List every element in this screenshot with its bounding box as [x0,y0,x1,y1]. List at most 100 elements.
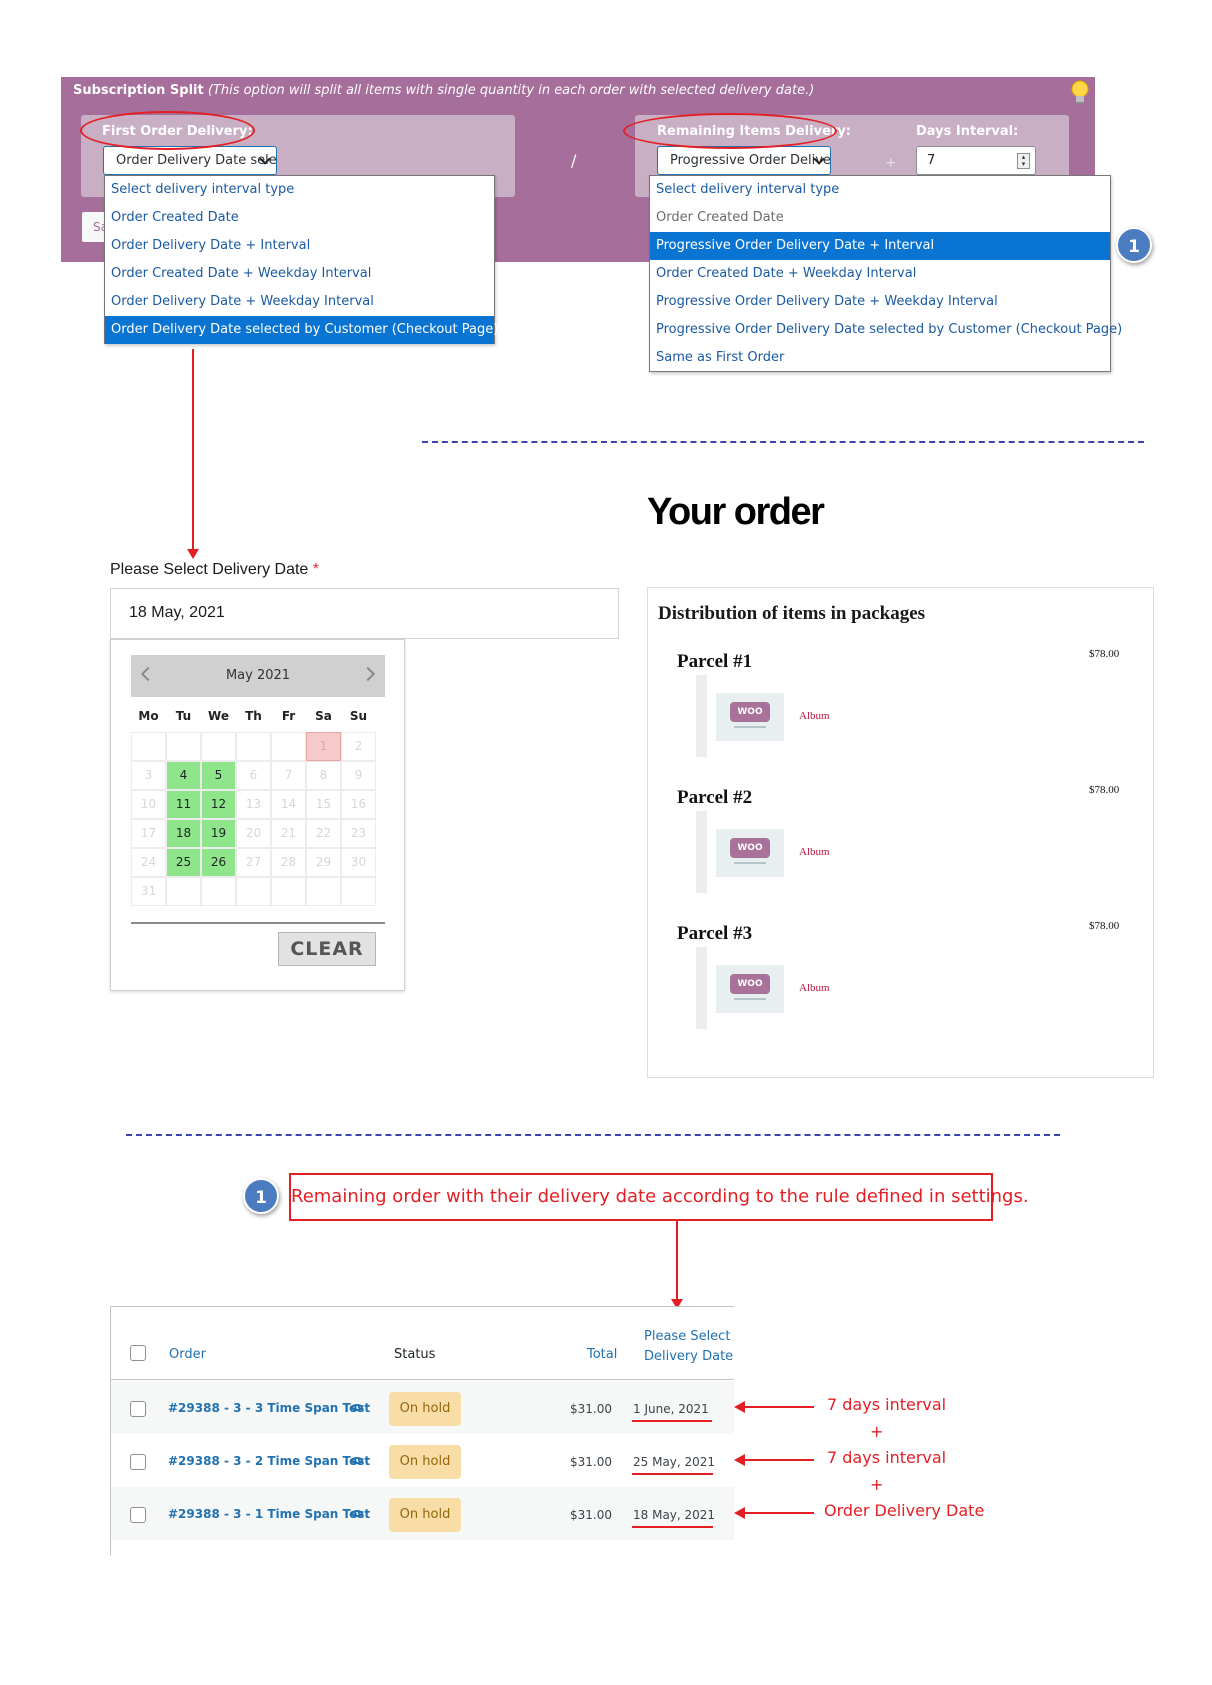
parcel-item-bar [696,947,707,1029]
calendar-day[interactable]: 26 [201,848,236,877]
dropdown-option[interactable]: Select delivery interval type [105,176,494,204]
product-thumbnail[interactable]: WOO [716,693,784,741]
calendar-day[interactable]: 11 [166,790,201,819]
parcel-item-bar [696,675,707,757]
panel-title-bold: Subscription Split [73,83,204,98]
arrow-line [744,1512,814,1514]
table-row[interactable]: #29388 - 3 - 3 Time Span Test On hold $31.… [111,1381,734,1434]
calendar-day[interactable]: 4 [166,761,201,790]
separator-slash: / [571,151,577,170]
dropdown-option[interactable]: Progressive Order Delivery Date selected… [650,316,1122,344]
column-delivery-date-line1[interactable]: Please Select [644,1329,730,1344]
product-link[interactable]: Album [799,710,830,722]
arrow-line [744,1406,814,1408]
column-order[interactable]: Order [169,1347,206,1362]
calendar-day: 27 [236,848,271,877]
order-link[interactable]: #29388 - 3 - 3 Time Span Test [168,1401,370,1415]
dropdown-option[interactable]: Progressive Order Delivery Date + Interv… [650,232,1110,260]
calendar-day[interactable]: 18 [166,819,201,848]
product-link[interactable]: Album [799,982,830,994]
calendar-day[interactable]: 25 [166,848,201,877]
parcel-price: $78.00 [1089,920,1120,932]
table-row[interactable]: #29388 - 3 - 1 Time Span Test On hold $31.… [111,1487,734,1540]
calendar-day: 16 [341,790,376,819]
thumbnail-line [734,998,766,1000]
weekday-label: Mo [138,709,159,723]
row-checkbox[interactable] [130,1454,146,1470]
order-total: $31.00 [570,1455,612,1469]
status-badge: On hold [389,1498,461,1532]
required-mark: * [312,561,319,578]
packages-title: Distribution of items in packages [658,603,926,624]
woo-logo-icon: WOO [730,838,770,858]
lightbulb-icon[interactable] [1069,79,1091,107]
orders-table: Order Status Total Please Select Deliver… [110,1306,734,1556]
calendar-day: 22 [306,819,341,848]
highlight-ellipse-remaining [623,113,837,149]
clear-button[interactable]: CLEAR [278,932,376,966]
order-link[interactable]: #29388 - 3 - 2 Time Span Test [168,1454,370,1468]
dropdown-option[interactable]: Order Delivery Date selected by Customer… [105,316,498,344]
delivery-date-input[interactable]: 18 May, 2021 [110,588,619,639]
select-all-checkbox[interactable] [130,1345,146,1361]
row-checkbox[interactable] [130,1401,146,1417]
product-thumbnail[interactable]: WOO [716,965,784,1013]
delivery-date-cell: 25 May, 2021 [633,1455,716,1469]
plus-sign: + [870,1475,884,1494]
dropdown-option[interactable]: Progressive Order Delivery Date + Weekda… [650,288,1110,316]
annotation-note: Remaining order with their delivery date… [289,1173,1029,1221]
weekday-label: Th [245,709,262,723]
delivery-date-underline [632,1526,713,1528]
dropdown-option[interactable]: Order Created Date + Weekday Interval [105,260,494,288]
calendar-day[interactable]: 19 [201,819,236,848]
column-delivery-date-line2[interactable]: Delivery Date [644,1349,733,1364]
calendar-day: 28 [271,848,306,877]
eye-icon[interactable] [351,1510,363,1517]
status-badge: On hold [389,1392,461,1426]
product-thumbnail[interactable]: WOO [716,829,784,877]
calendar-day: 21 [271,819,306,848]
first-order-delivery-select[interactable]: Order Delivery Date sele [103,146,277,175]
calendar-day [271,877,306,906]
order-link[interactable]: #29388 - 3 - 1 Time Span Test [168,1507,370,1521]
eye-icon[interactable] [351,1457,363,1464]
weekday-label: Tu [175,709,192,723]
first-order-delivery-dropdown: Select delivery interval type Order Creat… [104,175,498,344]
calendar-header: May 2021 [131,655,385,697]
product-link[interactable]: Album [799,846,830,858]
dropdown-option[interactable]: Order Created Date + Weekday Interval [650,260,1110,288]
parcel-title: Parcel #2 [677,787,753,808]
calendar-day[interactable]: 5 [201,761,236,790]
plus-sign: + [870,1422,884,1441]
column-status: Status [394,1347,436,1362]
table-row[interactable]: #29388 - 3 - 2 Time Span Test On hold $31.… [111,1434,734,1487]
remaining-items-delivery-value: Progressive Order Delive [670,153,831,168]
dropdown-option[interactable]: Order Delivery Date + Weekday Interval [105,288,494,316]
days-interval-label: Days Interval: [916,124,1019,139]
spinner-icon[interactable]: ▴ ▾ [1017,153,1030,169]
table-header: Order Status Total Please Select Deliver… [111,1307,734,1380]
first-order-delivery-value: Order Delivery Date sele [116,153,277,168]
dropdown-option[interactable]: Same as First Order [650,344,1110,372]
weekday-label: Sa [315,709,332,723]
column-total[interactable]: Total [587,1347,617,1362]
calendar-day [236,732,271,761]
calendar-day[interactable]: 12 [201,790,236,819]
delivery-date-cell: 18 May, 2021 [633,1508,716,1522]
remaining-items-delivery-select[interactable]: Progressive Order Delive [657,146,831,175]
arrow-head [187,549,199,559]
dropdown-option[interactable]: Order Created Date [105,204,494,232]
calendar-day [341,877,376,906]
calendar-day: 23 [341,819,376,848]
eye-icon[interactable] [351,1404,363,1411]
dropdown-option[interactable]: Select delivery interval type [650,176,1110,204]
parcel-price: $78.00 [1089,648,1120,660]
row-checkbox[interactable] [130,1507,146,1523]
days-interval-input[interactable]: 7 ▴ ▾ [916,146,1036,175]
arrow-line [744,1459,814,1461]
plus-sign: + [885,155,897,171]
dropdown-option[interactable]: Order Created Date [650,204,1110,232]
datepicker-calendar: May 2021 Mo Tu We Th Fr Sa Su 1 2 3 4 5 6 7 8 9 10 11 12 1… [110,639,405,991]
dropdown-option[interactable]: Order Delivery Date + Interval [105,232,494,260]
calendar-day: 10 [131,790,166,819]
